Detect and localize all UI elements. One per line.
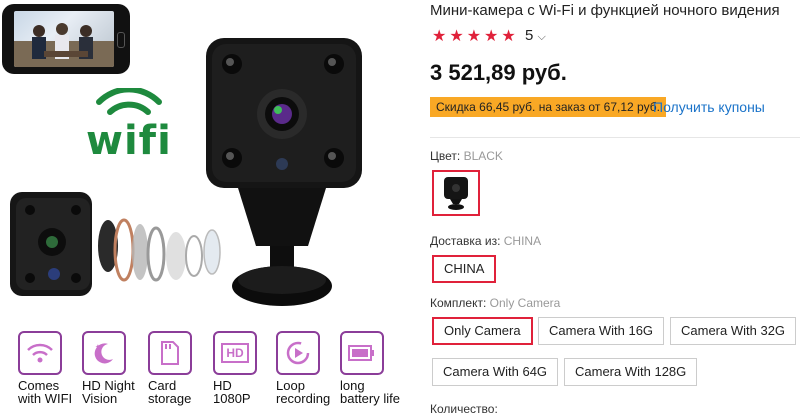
sd-card-icon xyxy=(148,331,192,375)
feature-label-line2: with WIFI xyxy=(18,391,73,406)
star-icon: ★ xyxy=(449,28,464,45)
bundle-option-128g[interactable]: Camera With 128G xyxy=(564,358,698,386)
replay-icon xyxy=(276,331,320,375)
night-moon-icon: ✦ xyxy=(82,331,126,375)
product-gallery: wifi Comes with WIFI ✦ HD Night Vision C… xyxy=(0,0,420,411)
feature-hd: HD HD 1080P xyxy=(213,331,275,405)
shipping-value: CHINA xyxy=(503,234,542,248)
bundle-value: Only Camera xyxy=(489,296,561,310)
star-icon: ★ xyxy=(432,28,447,45)
feature-label-line2: storage xyxy=(148,391,192,406)
feature-wifi: Comes with WIFI xyxy=(18,331,80,405)
camera-product-image xyxy=(10,38,362,306)
feature-label-line2: Vision xyxy=(82,391,118,406)
feature-loop-recording: Loop recording xyxy=(276,331,338,405)
svg-text:✦: ✦ xyxy=(95,343,101,351)
camera-cube-main xyxy=(206,38,362,306)
color-value: BLACK xyxy=(463,149,503,163)
product-title: Мини-камера с Wi-Fi и функцией ночного в… xyxy=(430,2,780,19)
bundle-option-32g[interactable]: Camera With 32G xyxy=(670,317,797,345)
product-info-panel: Мини-камера с Wi-Fi и функцией ночного в… xyxy=(420,0,800,416)
shipping-option-china[interactable]: CHINA xyxy=(432,255,497,283)
star-icon: ★ xyxy=(501,28,516,45)
feature-label-line2: battery life xyxy=(340,391,400,406)
color-label: Цвет: BLACK xyxy=(430,149,503,163)
battery-icon xyxy=(340,331,384,375)
hd-icon: HD xyxy=(213,331,257,375)
feature-label-line2: 1080P xyxy=(213,391,251,406)
star-icon: ★ xyxy=(484,28,499,45)
wifi-icon xyxy=(18,331,62,375)
rating-stars[interactable]: ★ ★ ★ ★ ★ xyxy=(432,29,516,45)
color-option-black[interactable] xyxy=(432,170,480,216)
shipping-label: Доставка из: CHINA xyxy=(430,234,542,248)
bundle-option-only-camera[interactable]: Only Camera xyxy=(432,317,533,345)
bundle-option-16g[interactable]: Camera With 16G xyxy=(538,317,665,345)
feature-night-vision: ✦ HD Night Vision xyxy=(82,331,144,405)
feature-label-line2: recording xyxy=(276,391,331,406)
product-price: 3 521,89 руб. xyxy=(430,60,567,85)
divider xyxy=(430,137,800,138)
get-coupons-link[interactable]: Получить купоны xyxy=(653,99,765,115)
discount-badge: Скидка 66,45 руб. на заказ от 67,12 руб. xyxy=(430,97,666,117)
star-icon: ★ xyxy=(466,28,482,45)
feature-card-storage: Card storage xyxy=(148,331,210,405)
camera-exploded-view xyxy=(10,192,221,296)
bundle-label: Комплект: Only Camera xyxy=(430,296,561,310)
camera-thumbnail-icon xyxy=(444,177,468,210)
feature-battery: long battery life xyxy=(340,331,402,405)
chevron-down-icon: ⌵ xyxy=(537,31,546,43)
rating-value: 5 xyxy=(525,27,534,44)
bundle-option-64g[interactable]: Camera With 64G xyxy=(432,358,559,386)
rating-dropdown[interactable]: 5 ⌵ xyxy=(525,27,546,44)
quantity-label: Количество: xyxy=(430,402,498,416)
